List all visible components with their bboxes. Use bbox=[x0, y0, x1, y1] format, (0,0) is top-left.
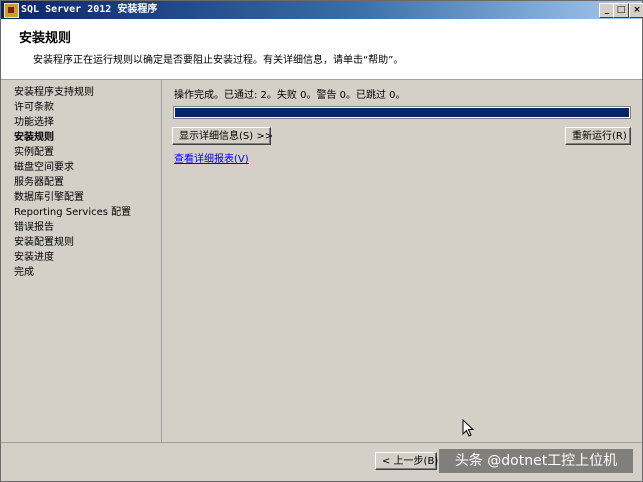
watermark-overlay: 头条 @dotnet工控上位机 bbox=[439, 449, 633, 473]
view-detailed-report-link[interactable]: 查看详细报表(V) bbox=[174, 150, 249, 165]
close-button[interactable]: × bbox=[629, 3, 643, 18]
back-button[interactable]: < 上一步(B) bbox=[375, 452, 438, 470]
nav-step-instance-configuration[interactable]: 实例配置 bbox=[14, 145, 54, 160]
nav-step-complete[interactable]: 完成 bbox=[14, 265, 34, 280]
operation-status: 操作完成。已通过: 2。失败 0。警告 0。已跳过 0。 bbox=[174, 90, 406, 101]
step-navigation: 安装程序支持规则 许可条款 功能选择 安装规则 实例配置 磁盘空间要求 服务器配… bbox=[1, 80, 162, 442]
progress-bar bbox=[173, 106, 631, 119]
page-header: 安装规则 安装程序正在运行规则以确定是否要阻止安装过程。有关详细信息，请单击“帮… bbox=[1, 19, 642, 80]
title-bar[interactable]: SQL Server 2012 安装程序 _ □ × bbox=[1, 1, 643, 19]
maximize-button[interactable]: □ bbox=[613, 3, 629, 18]
nav-step-setup-support-rules[interactable]: 安装程序支持规则 bbox=[14, 85, 94, 100]
show-details-button[interactable]: 显示详细信息(S) >> bbox=[172, 127, 273, 145]
rerun-button[interactable]: 重新运行(R) bbox=[565, 127, 631, 145]
nav-step-database-engine[interactable]: 数据库引擎配置 bbox=[14, 190, 84, 205]
main-content: 操作完成。已通过: 2。失败 0。警告 0。已跳过 0。 显示详细信息(S) >… bbox=[164, 80, 642, 442]
progress-fill bbox=[175, 108, 629, 117]
nav-step-server-configuration[interactable]: 服务器配置 bbox=[14, 175, 64, 190]
nav-step-license-terms[interactable]: 许可条款 bbox=[14, 100, 54, 115]
nav-step-reporting-services[interactable]: Reporting Services 配置 bbox=[14, 205, 131, 220]
mouse-cursor-icon bbox=[462, 418, 475, 441]
page-title: 安装规则 bbox=[19, 31, 72, 46]
installer-window: SQL Server 2012 安装程序 _ □ × 安装规则 安装程序正在运行… bbox=[0, 0, 643, 482]
nav-step-install-progress[interactable]: 安装进度 bbox=[14, 250, 54, 265]
page-description: 安装程序正在运行规则以确定是否要阻止安装过程。有关详细信息，请单击“帮助”。 bbox=[33, 55, 404, 66]
nav-step-config-rules[interactable]: 安装配置规则 bbox=[14, 235, 74, 250]
nav-step-feature-selection[interactable]: 功能选择 bbox=[14, 115, 54, 130]
nav-step-disk-space[interactable]: 磁盘空间要求 bbox=[14, 160, 74, 175]
window-title: SQL Server 2012 安装程序 bbox=[21, 4, 158, 15]
sql-server-app-icon bbox=[4, 3, 19, 18]
nav-step-error-reporting[interactable]: 错误报告 bbox=[14, 220, 54, 235]
nav-step-installation-rules[interactable]: 安装规则 bbox=[14, 130, 54, 145]
